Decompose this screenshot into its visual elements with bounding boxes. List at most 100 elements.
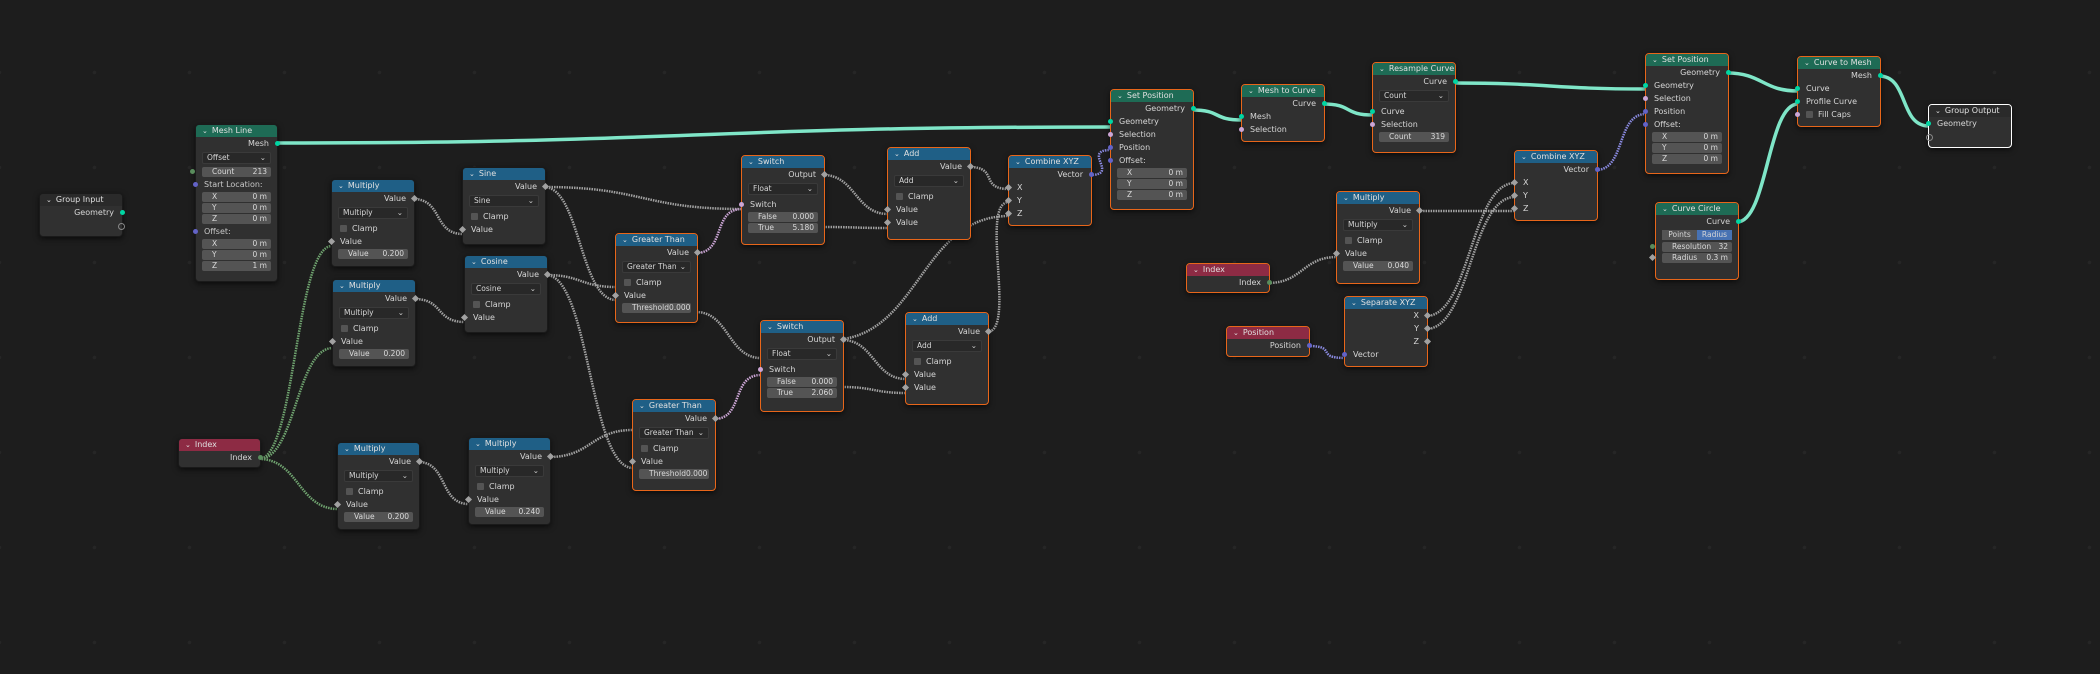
socket-curve-in[interactable]: Curve (1370, 105, 1455, 118)
value-field[interactable]: Value 0.040 (1343, 261, 1413, 271)
node-header[interactable]: ⌄ Combine XYZ (1009, 156, 1091, 168)
socket-value-out[interactable]: Value (888, 160, 975, 173)
node-position[interactable]: ⌄ Position Position (1226, 326, 1312, 357)
node-header[interactable]: ⌄ Index (179, 439, 260, 451)
mode-toggle[interactable]: Points Radius (1662, 230, 1732, 240)
socket-offset[interactable]: Offset: (1108, 154, 1193, 167)
input-socket[interactable] (1108, 119, 1113, 124)
node-multiply-2[interactable]: ⌄ Multiply Value Multiply ⌄ Clamp Value Va… (328, 279, 420, 367)
node-header[interactable]: ⌄ Sine (463, 168, 545, 180)
operation-dropdown[interactable]: Multiply ⌄ (338, 207, 408, 219)
checkbox[interactable] (1345, 237, 1352, 244)
node-curve-to-mesh[interactable]: ⌄ Curve to Mesh Mesh Curve Profile Curve … (1795, 56, 1883, 127)
value-field[interactable]: Value 0.200 (339, 349, 409, 359)
socket-value-out[interactable]: Value (906, 325, 993, 338)
socket-z[interactable]: Z (1510, 202, 1597, 215)
socket-mesh-in[interactable]: Mesh (1239, 110, 1324, 123)
checkbox[interactable] (641, 445, 648, 452)
chevron-down-icon[interactable]: ⌄ (1804, 57, 1810, 69)
socket-value-out[interactable]: Value (469, 450, 555, 463)
clamp-checkbox[interactable]: Clamp (463, 210, 545, 223)
socket-geometry-out[interactable]: Geometry (1111, 102, 1196, 115)
input-socket[interactable] (758, 367, 763, 372)
node-header[interactable]: ⌄ Separate XYZ (1345, 297, 1427, 309)
clamp-checkbox[interactable]: Clamp (332, 222, 414, 235)
node-header[interactable]: ⌄ Index (1187, 264, 1269, 276)
output-socket[interactable] (258, 455, 263, 460)
checkbox[interactable] (896, 193, 903, 200)
node-header[interactable]: ⌄ Mesh Line (196, 125, 277, 137)
input-socket[interactable] (1370, 109, 1375, 114)
socket-value-out[interactable]: Value (616, 246, 702, 259)
chevron-down-icon[interactable]: ⌄ (1117, 90, 1123, 102)
start-x-field[interactable]: X0 m (202, 192, 271, 202)
node-header[interactable]: ⌄ Group Input (40, 194, 122, 206)
node-group-input[interactable]: ⌄ Group Input Geometry (39, 193, 125, 237)
count-field[interactable]: Count 319 (1379, 132, 1449, 142)
node-header[interactable]: ⌄ Switch (742, 156, 824, 168)
offset-x-field[interactable]: X0 m (1117, 168, 1187, 178)
mode-points-button[interactable]: Points (1662, 230, 1697, 240)
input-socket[interactable] (1795, 99, 1800, 104)
node-mesh-line[interactable]: ⌄ Mesh Line Mesh Offset ⌄ Count 213 Start L… (190, 124, 280, 282)
false-field[interactable]: False 0.000 (767, 377, 837, 387)
chevron-down-icon[interactable]: ⌄ (202, 125, 208, 137)
start-y-field[interactable]: Y0 m (202, 203, 271, 213)
clamp-checkbox[interactable]: Clamp (1337, 234, 1419, 247)
socket-value-in-1[interactable]: Value (883, 203, 970, 216)
socket-x-out[interactable]: X (1345, 309, 1432, 322)
count-field[interactable]: Count 213 (190, 167, 271, 177)
true-field[interactable]: True 5.180 (748, 223, 818, 233)
node-header[interactable]: ⌄ Multiply (332, 180, 414, 192)
socket-value-in[interactable]: Value (464, 493, 550, 506)
node-header[interactable]: ⌄ Set Position (1646, 54, 1728, 66)
operation-dropdown[interactable]: Multiply ⌄ (1343, 219, 1413, 231)
offset-x-field[interactable]: X0 m (202, 239, 271, 249)
true-field[interactable]: True 2.060 (767, 388, 837, 398)
input-socket[interactable] (1239, 114, 1244, 119)
socket-switch[interactable]: Switch (758, 363, 843, 376)
clamp-checkbox[interactable]: Clamp (633, 442, 715, 455)
operation-dropdown[interactable]: Greater Than ⌄ (639, 427, 709, 439)
node-header[interactable]: ⌄ Multiply (338, 443, 419, 455)
socket-value-out[interactable]: Value (338, 455, 424, 468)
checkbox[interactable] (471, 213, 478, 220)
socket-position[interactable]: Position (1108, 141, 1193, 154)
operation-dropdown[interactable]: Add ⌄ (912, 340, 982, 352)
chevron-down-icon[interactable]: ⌄ (1662, 203, 1668, 215)
checkbox[interactable] (1806, 111, 1813, 118)
checkbox[interactable] (340, 225, 347, 232)
clamp-checkbox[interactable]: Clamp (465, 298, 547, 311)
node-header[interactable]: ⌄ Mesh to Curve (1242, 85, 1324, 97)
type-dropdown[interactable]: Float ⌄ (767, 348, 837, 360)
offset-z-field[interactable]: Z0 m (1652, 154, 1722, 164)
socket-output[interactable]: Output (742, 168, 829, 181)
node-cosine[interactable]: ⌄ Cosine Value Cosine ⌄ Clamp Value (460, 255, 552, 333)
output-socket[interactable] (1595, 167, 1600, 172)
chevron-down-icon[interactable]: ⌄ (471, 256, 477, 268)
node-header[interactable]: ⌄ Combine XYZ (1515, 151, 1597, 163)
node-header[interactable]: ⌄ Add (888, 148, 970, 160)
socket-value-in-2[interactable]: Value (883, 216, 970, 229)
node-header[interactable]: ⌄ Curve to Mesh (1798, 57, 1880, 69)
chevron-down-icon[interactable]: ⌄ (339, 280, 345, 292)
node-header[interactable]: ⌄ Group Output (1929, 105, 2011, 117)
mode-radius-button[interactable]: Radius (1697, 230, 1732, 240)
socket-vector-in[interactable]: Vector (1342, 348, 1427, 361)
node-group-output[interactable]: ⌄ Group Output Geometry (1926, 104, 2012, 148)
chevron-down-icon[interactable]: ⌄ (475, 438, 481, 450)
mode-dropdown[interactable]: Offset ⌄ (202, 152, 271, 164)
output-socket[interactable] (1322, 101, 1327, 106)
chevron-down-icon[interactable]: ⌄ (1521, 151, 1527, 163)
chevron-down-icon[interactable]: ⌄ (639, 400, 645, 412)
mode-dropdown[interactable]: Count ⌄ (1379, 90, 1449, 102)
socket-switch[interactable]: Switch (739, 198, 824, 211)
node-header[interactable]: ⌄ Position (1227, 327, 1309, 339)
chevron-down-icon[interactable]: ⌄ (1935, 105, 1941, 117)
output-socket[interactable] (1267, 280, 1272, 285)
socket-position[interactable]: Position (1643, 105, 1728, 118)
input-socket[interactable] (1643, 122, 1648, 127)
input-socket[interactable] (190, 169, 195, 174)
socket-geometry-in[interactable]: Geometry (1926, 117, 2011, 130)
node-header[interactable]: ⌄ Greater Than (616, 234, 697, 246)
